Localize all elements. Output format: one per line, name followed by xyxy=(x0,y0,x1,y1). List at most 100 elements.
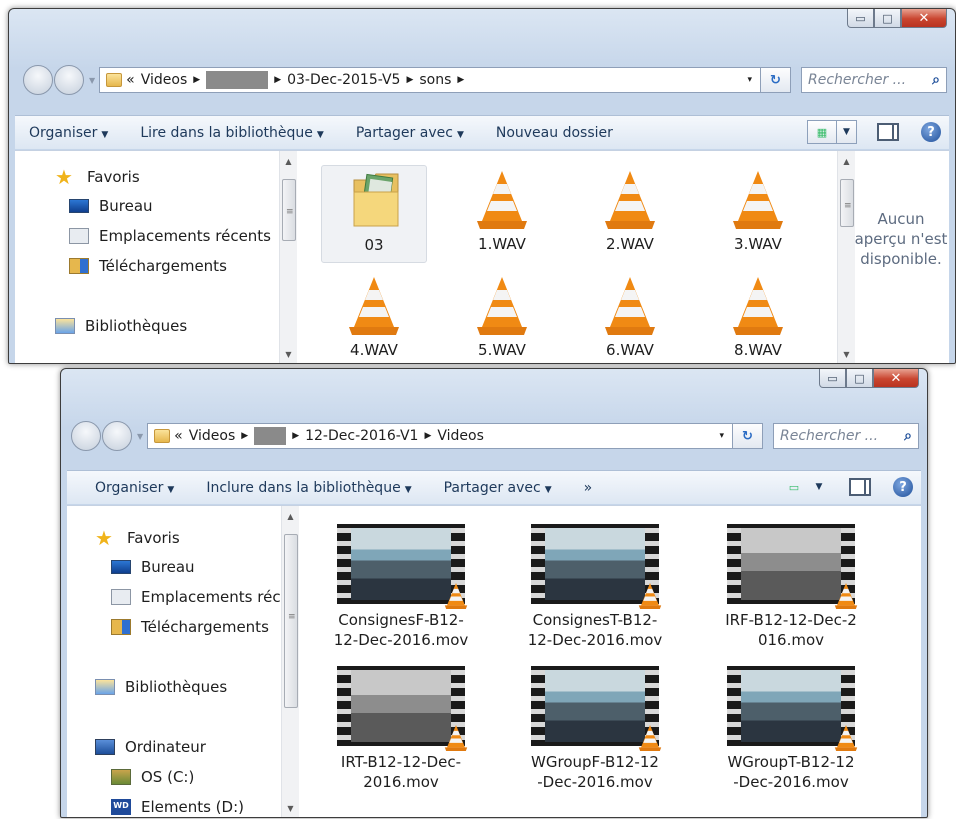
scroll-thumb[interactable]: ≡ xyxy=(284,534,298,708)
address-overflow-chevron[interactable]: « xyxy=(174,428,183,444)
folder-icon xyxy=(353,173,399,227)
video-file-item[interactable]: ConsignesT-B12- 12-Dec-2016.mov xyxy=(515,524,675,660)
help-icon[interactable]: ? xyxy=(893,477,913,497)
chevron-down-icon: ▼ xyxy=(316,129,324,140)
video-file-item[interactable]: IRF-B12-12-Dec-2 016.mov xyxy=(711,524,871,660)
breadcrumb-videos[interactable]: Videos xyxy=(189,428,236,444)
video-file-item[interactable]: IRT-B12-12-Dec- 2016.mov xyxy=(321,666,481,802)
preview-pane-button[interactable] xyxy=(877,123,899,141)
file-name-line: 2016.mov xyxy=(363,773,439,791)
audio-file-item[interactable]: 3.WAV xyxy=(705,165,811,263)
nav-scrollbar[interactable]: ▲ ≡ ▼ xyxy=(281,506,299,817)
back-button[interactable] xyxy=(23,65,53,95)
breadcrumb-videos-sub[interactable]: Videos xyxy=(437,428,484,444)
nav-recent-places[interactable]: Emplacements récents xyxy=(69,227,271,245)
libraries-icon xyxy=(55,318,75,334)
preview-pane-button[interactable] xyxy=(849,478,871,496)
video-file-item[interactable]: WGroupT-B12-12 -Dec-2016.mov xyxy=(711,666,871,802)
breadcrumb-videos[interactable]: Videos xyxy=(141,72,188,88)
drive-icon xyxy=(111,769,131,785)
scroll-thumb[interactable]: ≡ xyxy=(282,179,296,241)
breadcrumb-separator-icon[interactable]: ▶ xyxy=(457,75,464,85)
scroll-up-icon[interactable]: ▲ xyxy=(282,512,299,521)
audio-file-item[interactable]: 4.WAV xyxy=(321,271,427,363)
new-folder-button[interactable]: Nouveau dossier xyxy=(496,125,613,141)
view-dropdown-icon[interactable]: ▼ xyxy=(837,120,857,144)
nav-downloads[interactable]: Téléchargements xyxy=(69,257,227,275)
video-file-item[interactable]: WGroupF-B12-12 -Dec-2016.mov xyxy=(515,666,675,802)
refresh-button[interactable]: ↻ xyxy=(733,423,763,449)
organise-menu[interactable]: Organiser ▼ xyxy=(95,480,174,496)
history-dropdown-icon[interactable]: ▼ xyxy=(89,76,95,85)
more-commands-button[interactable]: » xyxy=(584,480,593,496)
address-row: ▼ « Videos ▶ ▶ 12-Dec-2016-V1 ▶ Videos ▾… xyxy=(71,421,919,451)
breadcrumb-separator-icon[interactable]: ▶ xyxy=(424,431,431,441)
address-dropdown-icon[interactable]: ▾ xyxy=(747,75,752,85)
help-icon[interactable]: ? xyxy=(921,122,941,142)
change-view-button[interactable]: ▭ xyxy=(779,475,809,499)
search-input[interactable]: Rechercher ... ⌕ xyxy=(801,67,947,93)
forward-button[interactable] xyxy=(54,65,84,95)
scroll-down-icon[interactable]: ▼ xyxy=(282,804,299,813)
folder-item-03[interactable]: 03 xyxy=(321,165,427,263)
folder-icon xyxy=(154,429,171,443)
share-with-menu[interactable]: Partager avec ▼ xyxy=(444,480,552,496)
video-file-item[interactable]: ConsignesF-B12- 12-Dec-2016.mov xyxy=(321,524,481,660)
audio-file-item[interactable]: 2.WAV xyxy=(577,165,683,263)
forward-button[interactable] xyxy=(102,421,132,451)
breadcrumb-separator-icon[interactable]: ▶ xyxy=(406,75,413,85)
nav-libraries[interactable]: Bibliothèques xyxy=(95,678,227,696)
back-button[interactable] xyxy=(71,421,101,451)
breadcrumb-separator-icon[interactable]: ▶ xyxy=(193,75,200,85)
address-overflow-chevron[interactable]: « xyxy=(126,72,135,88)
breadcrumb-sons[interactable]: sons xyxy=(419,72,451,88)
nav-drive-c[interactable]: OS (C:) xyxy=(111,768,194,786)
chevron-down-icon: ▼ xyxy=(404,484,412,495)
search-input[interactable]: Rechercher ... ⌕ xyxy=(773,423,919,449)
nav-drive-d[interactable]: WD Elements (D:) xyxy=(111,798,244,816)
breadcrumb-03-dec-2015[interactable]: 03-Dec-2015-V5 xyxy=(287,72,400,88)
nav-computer[interactable]: Ordinateur xyxy=(95,738,206,756)
nav-favorites[interactable]: ★ Favoris xyxy=(95,528,180,548)
nav-recent-places[interactable]: Emplacements réc xyxy=(111,588,281,606)
maximize-button[interactable]: □ xyxy=(874,9,901,28)
minimize-button[interactable]: ▭ xyxy=(847,9,874,28)
breadcrumb-separator-icon[interactable]: ▶ xyxy=(292,431,299,441)
downloads-icon xyxy=(69,258,89,274)
audio-file-item[interactable]: 6.WAV xyxy=(577,271,683,363)
nav-desktop[interactable]: Bureau xyxy=(69,197,153,215)
play-in-library-menu[interactable]: Lire dans la bibliothèque ▼ xyxy=(140,125,323,141)
close-button[interactable]: ✕ xyxy=(901,9,947,28)
video-thumbnail xyxy=(337,666,468,751)
nav-favorites[interactable]: ★ Favoris xyxy=(55,167,140,187)
minimize-button[interactable]: ▭ xyxy=(819,369,846,388)
scroll-thumb[interactable]: ≡ xyxy=(840,179,854,227)
audio-file-item[interactable]: 5.WAV xyxy=(449,271,555,363)
address-dropdown-icon[interactable]: ▾ xyxy=(719,431,724,441)
breadcrumb-separator-icon[interactable]: ▶ xyxy=(241,431,248,441)
nav-desktop-label: Bureau xyxy=(141,558,195,576)
close-button[interactable]: ✕ xyxy=(873,369,919,388)
scroll-down-icon[interactable]: ▼ xyxy=(280,350,297,359)
nav-desktop[interactable]: Bureau xyxy=(111,558,195,576)
organise-menu[interactable]: Organiser ▼ xyxy=(29,125,108,141)
audio-file-item[interactable]: 8.WAV xyxy=(705,271,811,363)
nav-scrollbar[interactable]: ▲ ≡ ▼ xyxy=(279,151,297,363)
view-dropdown-icon[interactable]: ▼ xyxy=(809,475,829,499)
breadcrumb-12-dec-2016[interactable]: 12-Dec-2016-V1 xyxy=(305,428,418,444)
maximize-button[interactable]: □ xyxy=(846,369,873,388)
scroll-up-icon[interactable]: ▲ xyxy=(280,157,297,166)
include-in-library-menu[interactable]: Inclure dans la bibliothèque ▼ xyxy=(206,480,411,496)
address-bar[interactable]: « Videos ▶ ▶ 12-Dec-2016-V1 ▶ Videos ▾ xyxy=(147,423,733,449)
address-bar[interactable]: « Videos ▶ ▶ 03-Dec-2015-V5 ▶ sons ▶ ▾ xyxy=(99,67,761,93)
nav-libraries[interactable]: Bibliothèques xyxy=(55,317,187,335)
nav-downloads[interactable]: Téléchargements xyxy=(111,618,269,636)
audio-file-item[interactable]: 1.WAV xyxy=(449,165,555,263)
file-name-line: WGroupT-B12-12 xyxy=(727,753,855,771)
history-dropdown-icon[interactable]: ▼ xyxy=(137,432,143,441)
share-with-menu[interactable]: Partager avec ▼ xyxy=(356,125,464,141)
change-view-button[interactable]: ▦ xyxy=(807,120,837,144)
breadcrumb-separator-icon[interactable]: ▶ xyxy=(274,75,281,85)
refresh-button[interactable]: ↻ xyxy=(761,67,791,93)
grip-icon: ≡ xyxy=(844,200,852,211)
